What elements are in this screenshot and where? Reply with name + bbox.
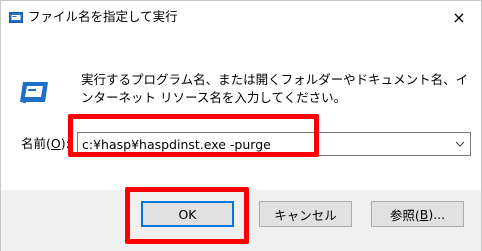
instruction-text: 実行するプログラム名、または開くフォルダーやドキュメント名、インターネット リソ…: [81, 72, 469, 105]
run-dialog: ファイル名を指定して実行 × 実行するプログラム名、または開くフォルダーやドキュ…: [0, 0, 482, 251]
cancel-button[interactable]: キャンセル: [259, 201, 352, 227]
command-combobox[interactable]: c:¥hasp¥haspdinst.exe -purge: [77, 132, 471, 156]
ok-button[interactable]: OK: [141, 201, 234, 227]
browse-button[interactable]: 参照(B)...: [371, 201, 464, 227]
window-title: ファイル名を指定して実行: [28, 9, 178, 24]
browse-label-accelerator: B: [419, 206, 429, 222]
name-label-accelerator: O: [50, 136, 61, 151]
chevron-down-icon: [455, 141, 465, 147]
run-app-icon: [9, 12, 23, 23]
dialog-content: 実行するプログラム名、または開くフォルダーやドキュメント名、インターネット リソ…: [1, 33, 481, 190]
browse-label-suffix: )...: [428, 206, 446, 222]
command-input[interactable]: c:¥hasp¥haspdinst.exe -purge: [78, 137, 450, 152]
button-bar: OK キャンセル 参照(B)...: [1, 190, 481, 251]
title-bar[interactable]: ファイル名を指定して実行 ×: [1, 1, 481, 33]
dropdown-button[interactable]: [450, 133, 470, 155]
run-program-icon: [20, 82, 48, 103]
browse-label-prefix: 参照(: [389, 207, 420, 223]
name-label: 名前(O):: [21, 136, 70, 152]
name-label-suffix: ):: [60, 136, 70, 151]
close-icon: ×: [452, 7, 466, 27]
name-label-prefix: 名前(: [21, 136, 51, 151]
close-button[interactable]: ×: [437, 1, 481, 33]
